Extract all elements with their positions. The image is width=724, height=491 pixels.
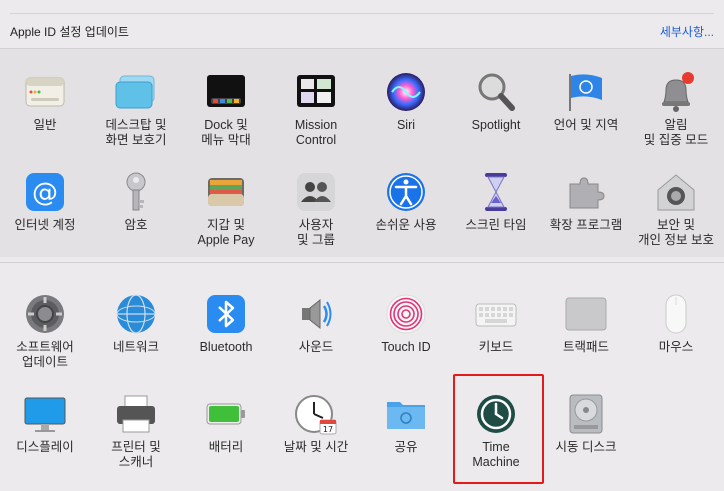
pref-item-battery[interactable]: 배터리 — [181, 392, 271, 455]
spotlight-icon — [474, 70, 518, 114]
pref-label: Bluetooth — [199, 340, 253, 354]
pref-label: 보안 및 개인 정보 보호 — [638, 218, 714, 247]
pref-item-general[interactable]: 일반 — [0, 70, 90, 133]
pref-item-mouse[interactable]: 마우스 — [631, 292, 721, 355]
users-icon — [294, 170, 338, 214]
svg-text:17: 17 — [323, 425, 333, 434]
pref-item-screen-time[interactable]: 스크린 타임 — [451, 170, 541, 233]
pref-item-printers-scanners[interactable]: 프린터 및 스캐너 — [91, 392, 181, 470]
apple-id-banner[interactable]: Apple ID 설정 업데이트 세부사항... — [0, 14, 724, 48]
mouse-icon — [654, 292, 698, 336]
pref-label: 사용자 및 그룹 — [297, 218, 335, 247]
key-icon — [114, 170, 158, 214]
printer-icon — [114, 392, 158, 436]
pref-label: 트랙패드 — [562, 340, 609, 354]
flag-icon — [564, 70, 608, 114]
mission-control-icon — [294, 70, 338, 114]
globe-icon — [114, 292, 158, 336]
puzzle-icon — [564, 170, 608, 214]
pref-item-spotlight[interactable]: Spotlight — [451, 70, 541, 133]
pref-label: 사운드 — [298, 340, 334, 354]
pref-item-touch-id[interactable]: Touch ID — [361, 292, 451, 355]
pref-label: Touch ID — [381, 340, 431, 354]
pref-item-sound[interactable]: 사운드 — [271, 292, 361, 355]
pref-label: Dock 및 메뉴 막대 — [201, 118, 251, 147]
pref-item-notifications-focus[interactable]: 알림 및 집중 모드 — [631, 70, 721, 148]
pref-item-wallet-applepay[interactable]: 지갑 및 Apple Pay — [181, 170, 271, 248]
pref-item-bluetooth[interactable]: Bluetooth — [181, 292, 271, 355]
pref-label: 시동 디스크 — [555, 440, 617, 454]
pref-label: 소프트웨어 업데이트 — [16, 340, 74, 369]
pref-label: Mission Control — [294, 118, 338, 147]
pref-item-users-groups[interactable]: 사용자 및 그룹 — [271, 170, 361, 248]
speaker-icon — [294, 292, 338, 336]
pref-item-dock-menubar[interactable]: Dock 및 메뉴 막대 — [181, 70, 271, 148]
clock-icon: 17 — [294, 392, 338, 436]
display-icon — [23, 392, 67, 436]
pref-label: 디스플레이 — [16, 440, 74, 454]
pref-item-siri[interactable]: Siri — [361, 70, 451, 133]
pref-item-mission-control[interactable]: Mission Control — [271, 70, 361, 148]
gear-icon — [23, 292, 67, 336]
highlight-box — [453, 374, 544, 484]
svg-text:@: @ — [32, 178, 58, 208]
pref-item-displays[interactable]: 디스플레이 — [0, 392, 90, 455]
pref-item-date-time[interactable]: 17 날짜 및 시간 — [271, 392, 361, 455]
pref-item-network[interactable]: 네트워크 — [91, 292, 181, 355]
at-icon: @ — [23, 170, 67, 214]
pref-label: 마우스 — [658, 340, 694, 354]
details-link[interactable]: 세부사항... — [660, 23, 714, 40]
pref-label: 키보드 — [478, 340, 514, 354]
bell-icon — [654, 70, 698, 114]
pref-label: 언어 및 지역 — [553, 118, 619, 132]
pref-label: 암호 — [124, 218, 148, 232]
pref-label: 네트워크 — [112, 340, 159, 354]
general-icon — [23, 70, 67, 114]
pref-label: 손쉬운 사용 — [375, 218, 437, 232]
pref-item-sharing[interactable]: 공유 — [361, 392, 451, 455]
trackpad-icon — [564, 292, 608, 336]
pref-item-startup-disk[interactable]: 시동 디스크 — [541, 392, 631, 455]
siri-icon — [384, 70, 428, 114]
dock-icon — [204, 70, 248, 114]
pref-item-trackpad[interactable]: 트랙패드 — [541, 292, 631, 355]
pref-label: 알림 및 집중 모드 — [643, 118, 709, 147]
pref-label: 공유 — [394, 440, 418, 454]
hourglass-icon — [474, 170, 518, 214]
fingerprint-icon — [384, 292, 428, 336]
pref-label: 스크린 타임 — [465, 218, 527, 232]
pref-label: 프린터 및 스캐너 — [111, 440, 161, 469]
pref-label: Spotlight — [471, 118, 521, 132]
house-lock-icon — [654, 170, 698, 214]
pref-item-language-region[interactable]: 언어 및 지역 — [541, 70, 631, 133]
pref-label: 지갑 및 Apple Pay — [197, 218, 255, 247]
banner-title: Apple ID 설정 업데이트 — [10, 24, 129, 39]
pref-label: 인터넷 계정 — [14, 218, 76, 232]
pref-label: 데스크탑 및 화면 보호기 — [105, 118, 167, 147]
disk-icon — [564, 392, 608, 436]
keyboard-icon — [474, 292, 518, 336]
pref-item-security-privacy[interactable]: 보안 및 개인 정보 보호 — [631, 170, 721, 248]
pref-label: Siri — [396, 118, 416, 132]
pref-item-software-update[interactable]: 소프트웨어 업데이트 — [0, 292, 90, 370]
pref-item-desktop-screensaver[interactable]: 데스크탑 및 화면 보호기 — [91, 70, 181, 148]
pref-item-keyboard[interactable]: 키보드 — [451, 292, 541, 355]
bluetooth-icon — [204, 292, 248, 336]
pref-label: 확장 프로그램 — [549, 218, 623, 232]
battery-icon — [204, 392, 248, 436]
pref-item-accessibility[interactable]: 손쉬운 사용 — [361, 170, 451, 233]
folder-icon — [384, 392, 428, 436]
wallet-icon — [204, 170, 248, 214]
pref-item-internet-accounts[interactable]: @ 인터넷 계정 — [0, 170, 90, 233]
desktop-icon — [114, 70, 158, 114]
pref-item-passwords[interactable]: 암호 — [91, 170, 181, 233]
pref-item-extensions[interactable]: 확장 프로그램 — [541, 170, 631, 233]
pref-label: 날짜 및 시간 — [283, 440, 349, 454]
accessibility-icon — [384, 170, 428, 214]
pref-label: 일반 — [33, 118, 57, 132]
pref-label: 배터리 — [208, 440, 244, 454]
